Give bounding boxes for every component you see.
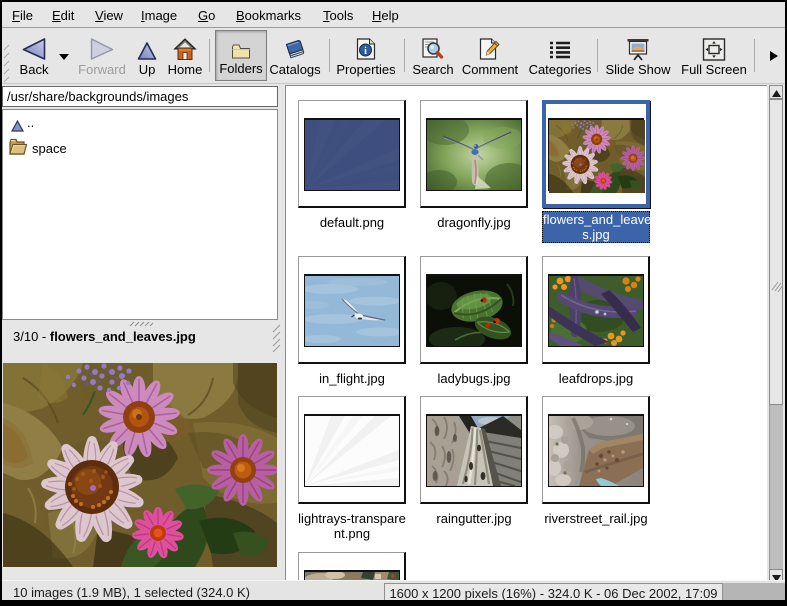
svg-text:i: i	[364, 46, 367, 57]
